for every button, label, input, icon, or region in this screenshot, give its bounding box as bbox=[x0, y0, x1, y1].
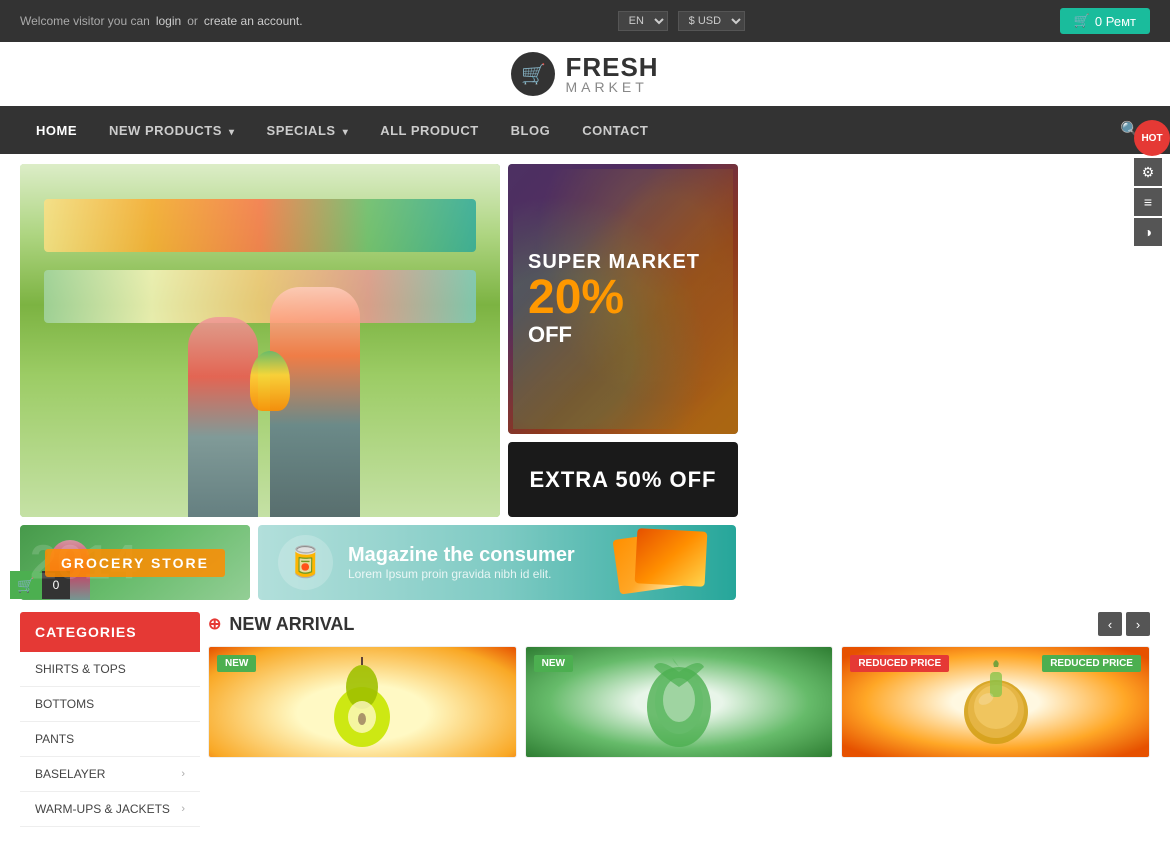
main-content: SUPER MARKET 20% OFF EXTRA 50% OFF 2014 … bbox=[0, 154, 1170, 847]
off-label: OFF bbox=[528, 322, 700, 348]
cart-count: 0 Ремт bbox=[1095, 14, 1136, 29]
create-account-link[interactable]: create an account. bbox=[204, 14, 303, 28]
or-text: or bbox=[187, 14, 198, 28]
new-arrival-label: NEW ARRIVAL bbox=[229, 614, 354, 635]
product-card-cabbage[interactable]: NEW bbox=[525, 646, 834, 758]
nav-new-products-wrapper: NEW PRODUCTS ▾ bbox=[93, 109, 251, 152]
onion-svg bbox=[956, 657, 1036, 747]
main-banner[interactable] bbox=[20, 164, 500, 517]
nav-blog[interactable]: BLOG bbox=[495, 109, 567, 152]
category-item-bottoms[interactable]: BOTTOMS bbox=[20, 687, 200, 722]
contrast-button[interactable]: ◑ bbox=[1134, 218, 1162, 246]
discount-percent: 20% bbox=[528, 274, 700, 322]
nav-specials-wrapper: SPECIALS ▾ bbox=[251, 109, 365, 152]
settings-button[interactable]: ⚙ bbox=[1134, 158, 1162, 186]
categories-header: CATEGORIES bbox=[20, 612, 200, 652]
products-area: ⊕ NEW ARRIVAL ‹ › NEW bbox=[208, 612, 1150, 827]
category-label-baselayer: BASELAYER bbox=[35, 767, 105, 781]
category-label-warmups: WARM-UPS & JACKETS bbox=[35, 802, 170, 816]
logo-fresh: FRESH bbox=[565, 54, 658, 80]
top-bar-welcome: Welcome visitor you can login or create … bbox=[20, 14, 303, 28]
category-label-pants: PANTS bbox=[35, 732, 74, 746]
category-item-baselayer[interactable]: BASELAYER › bbox=[20, 757, 200, 792]
grocery-scene-bg bbox=[20, 164, 500, 517]
chevron-down-icon: ▾ bbox=[229, 127, 235, 138]
lower-section: CATEGORIES SHIRTS & TOPS BOTTOMS PANTS B… bbox=[20, 612, 1150, 837]
product-card-onion[interactable]: REDUCED PRICE REDUCED PRICE bbox=[841, 646, 1150, 758]
nav-specials[interactable]: SPECIALS ▾ bbox=[251, 109, 365, 152]
category-item-warmups[interactable]: WARM-UPS & JACKETS › bbox=[20, 792, 200, 827]
logo[interactable]: 🛒 FRESH MARKET bbox=[511, 52, 658, 96]
product-badge-new: NEW bbox=[217, 655, 256, 672]
product-badge-new-3: REDUCED PRICE bbox=[1042, 655, 1141, 672]
top-bar: Welcome visitor you can login or create … bbox=[0, 0, 1170, 42]
cabbage-svg bbox=[639, 652, 719, 752]
magazine-product-icon: 🥫 bbox=[278, 535, 333, 590]
magazine-img-wrapper bbox=[616, 530, 716, 595]
logo-market: MARKET bbox=[565, 80, 658, 94]
product-card-pear[interactable]: NEW bbox=[208, 646, 517, 758]
new-arrival-header: ⊕ NEW ARRIVAL ‹ › bbox=[208, 612, 1150, 636]
product-grid: NEW NEW bbox=[208, 646, 1150, 758]
logo-icon: 🛒 bbox=[511, 52, 555, 96]
grocery-store-banner[interactable]: 2014 GROCERY STORE bbox=[20, 525, 250, 600]
prev-arrow[interactable]: ‹ bbox=[1098, 612, 1122, 636]
super-market-text-block: SUPER MARKET 20% OFF bbox=[528, 251, 700, 348]
category-item-pants[interactable]: PANTS bbox=[20, 722, 200, 757]
sliders-button[interactable]: ≡ bbox=[1134, 188, 1162, 216]
product-badge-new-2: NEW bbox=[534, 655, 573, 672]
navbar: HOME NEW PRODUCTS ▾ SPECIALS ▾ ALL PRODU… bbox=[0, 106, 1170, 154]
sidebar: CATEGORIES SHIRTS & TOPS BOTTOMS PANTS B… bbox=[20, 612, 200, 827]
grocery-store-label: GROCERY STORE bbox=[45, 549, 225, 577]
login-link[interactable]: login bbox=[156, 14, 181, 28]
magazine-banner[interactable]: 🥫 Magazine the consumer Lorem Ipsum proi… bbox=[258, 525, 736, 600]
nav-contact[interactable]: CONTACT bbox=[566, 109, 664, 152]
shelf-row-1 bbox=[44, 199, 476, 252]
new-arrival-title: ⊕ NEW ARRIVAL bbox=[208, 614, 354, 635]
nav-new-products[interactable]: NEW PRODUCTS ▾ bbox=[93, 109, 251, 152]
shelf-row-2 bbox=[44, 270, 476, 323]
extra-off-text: EXTRA 50% OFF bbox=[530, 467, 717, 493]
product-badge-reduced: REDUCED PRICE bbox=[850, 655, 949, 672]
currency-select[interactable]: $ USD € EUR bbox=[678, 11, 745, 31]
magazine-text-block: Magazine the consumer Lorem Ipsum proin … bbox=[348, 544, 601, 581]
header: 🛒 FRESH MARKET bbox=[0, 42, 1170, 106]
nav-home[interactable]: HOME bbox=[20, 109, 93, 152]
chevron-right-icon: › bbox=[181, 803, 185, 815]
chevron-down-icon: ▾ bbox=[343, 127, 349, 138]
nav-all-product[interactable]: ALL PRODUCT bbox=[364, 109, 494, 152]
magazine-sub: Lorem Ipsum proin gravida nibh id elit. bbox=[348, 567, 601, 581]
welcome-text: Welcome visitor you can bbox=[20, 14, 150, 28]
extra-off-banner[interactable]: EXTRA 50% OFF bbox=[508, 442, 738, 517]
magazine-img-front bbox=[635, 528, 708, 587]
cart-button[interactable]: 🛒 0 Ремт bbox=[1060, 8, 1150, 34]
cart-icon: 🛒 bbox=[1074, 13, 1090, 29]
category-label-bottoms: BOTTOMS bbox=[35, 697, 94, 711]
super-market-banner[interactable]: SUPER MARKET 20% OFF bbox=[508, 164, 738, 434]
second-banners: 2014 GROCERY STORE 🥫 Magazine the consum… bbox=[20, 525, 1150, 600]
pear-svg bbox=[327, 657, 397, 747]
hot-button[interactable]: HOT bbox=[1134, 120, 1170, 156]
side-panel: HOT ⚙ ≡ ◑ bbox=[1134, 120, 1170, 246]
banner-grid: SUPER MARKET 20% OFF EXTRA 50% OFF bbox=[20, 154, 1150, 517]
cart-logo-icon: 🛒 bbox=[521, 62, 546, 87]
gear-icon: ⚙ bbox=[1142, 164, 1155, 181]
person-silhouette-1 bbox=[188, 317, 258, 517]
category-label-shirts: SHIRTS & TOPS bbox=[35, 662, 126, 676]
sliders-icon: ≡ bbox=[1144, 194, 1152, 210]
nav-arrows: ‹ › bbox=[1098, 612, 1150, 636]
top-bar-controls: EN FR $ USD € EUR bbox=[618, 11, 745, 31]
magazine-title: Magazine the consumer bbox=[348, 544, 601, 567]
top-bar-cart: 🛒 0 Ремт bbox=[1060, 8, 1150, 34]
pineapple-hint bbox=[250, 351, 290, 411]
contrast-icon: ◑ bbox=[1144, 224, 1152, 240]
chevron-right-icon: › bbox=[181, 768, 185, 780]
next-arrow[interactable]: › bbox=[1126, 612, 1150, 636]
language-select[interactable]: EN FR bbox=[618, 11, 668, 31]
category-item-shirts[interactable]: SHIRTS & TOPS bbox=[20, 652, 200, 687]
logo-text: FRESH MARKET bbox=[565, 54, 658, 94]
arrival-icon: ⊕ bbox=[208, 614, 221, 634]
